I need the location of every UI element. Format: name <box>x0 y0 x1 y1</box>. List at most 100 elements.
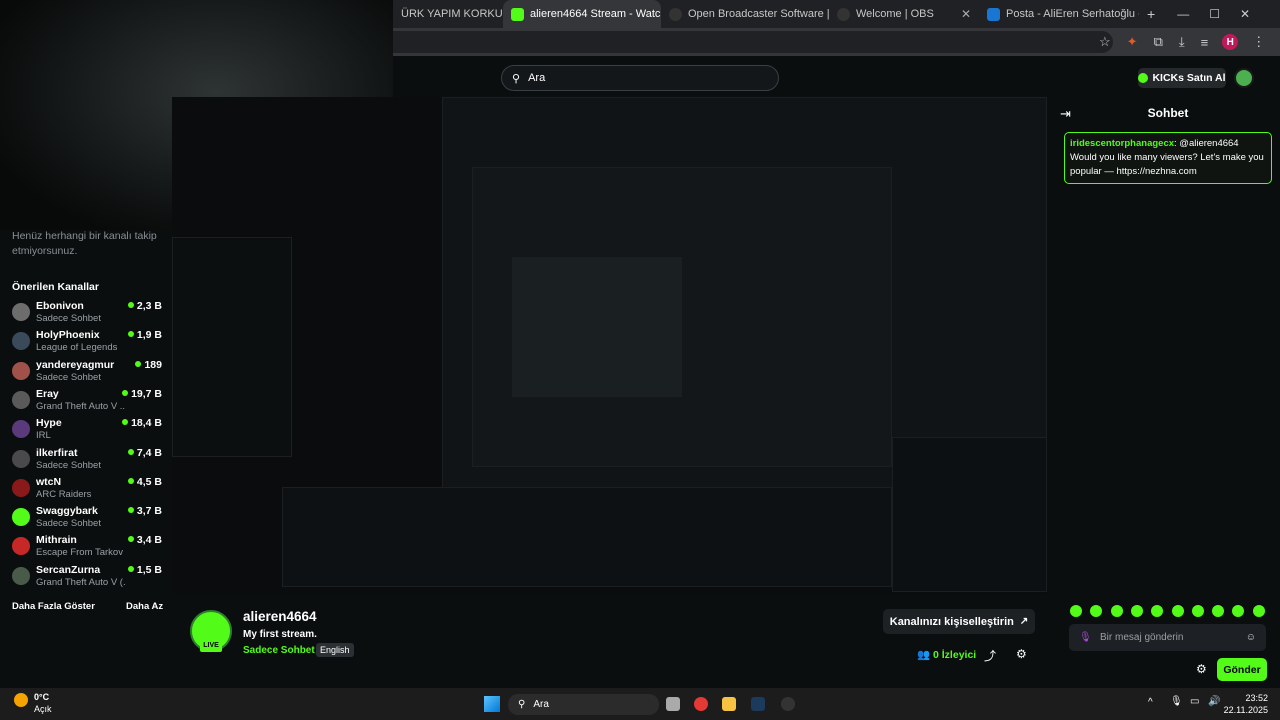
external-link-icon: ↗ <box>1019 616 1029 627</box>
channel-name: Swaggybark <box>36 505 98 518</box>
chrome-icon[interactable] <box>694 697 708 711</box>
channel-category: Grand Theft Auto V (... <box>36 576 126 588</box>
recommended-channel[interactable]: wtcN ARC Raiders 4,5 B <box>12 476 162 505</box>
emote-icon[interactable] <box>1191 605 1204 617</box>
emoji-icon[interactable]: ☺ <box>1246 632 1256 643</box>
extension-icon[interactable]: ✦ <box>1127 34 1138 50</box>
channel-avatar <box>12 449 30 468</box>
tab-mail[interactable]: Posta - AliEren Serhatoğlu - O ✕ <box>979 0 1139 28</box>
tab-korku[interactable]: ÜRK YAPIM KORKU OY ✕ <box>393 0 503 28</box>
recommended-channel[interactable]: Eray Grand Theft Auto V ... 19,7 B <box>12 388 162 417</box>
task-view-icon[interactable] <box>666 697 680 711</box>
recommended-title: Önerilen Kanallar <box>12 281 99 293</box>
window-controls[interactable]: —☐✕ <box>1177 7 1280 21</box>
tray-volume-icon[interactable]: 🔊 <box>1208 696 1220 707</box>
media-icon[interactable]: ≡ <box>1201 35 1209 50</box>
viewer-count: 2,3 B <box>128 300 162 312</box>
language-badge[interactable]: English <box>316 643 354 657</box>
menu-icon[interactable]: ⋮ <box>1252 34 1265 50</box>
viewer-count: 👥 0 İzleyici <box>917 648 976 661</box>
show-less-link[interactable]: Daha Az <box>126 601 163 612</box>
download-icon[interactable]: ⤓ <box>1179 34 1185 50</box>
emote-icon[interactable] <box>1212 605 1225 617</box>
tray-network-icon[interactable]: ▭ <box>1190 696 1199 707</box>
file-explorer-icon[interactable] <box>722 697 736 711</box>
tray-chevron-icon[interactable]: ^ <box>1148 697 1153 708</box>
channel-name: wtcN <box>36 475 62 488</box>
viewer-count: 1,9 B <box>128 329 162 341</box>
channel-name[interactable]: alieren4664 <box>243 609 317 624</box>
stream-category[interactable]: Sadece Sohbet <box>243 645 315 656</box>
stream-title: My first stream. <box>243 629 317 640</box>
emote-icon[interactable] <box>1171 605 1184 617</box>
recommended-channel[interactable]: SercanZurna Grand Theft Auto V (... 1,5 B <box>12 564 162 593</box>
weather-icon <box>14 693 28 707</box>
recommended-channel[interactable]: Ebonivon Sadece Sohbet 2,3 B <box>12 300 162 329</box>
viewers-icon: 👥 <box>917 649 931 661</box>
customize-channel-button[interactable]: Kanalınızı kişiselleştirin ↗ <box>883 609 1035 634</box>
bookmark-star-icon[interactable]: ☆ <box>1099 34 1111 50</box>
kicks-buy-button[interactable]: KICKs Satın Al <box>1138 68 1226 88</box>
url-input[interactable] <box>393 31 1113 53</box>
video-player[interactable] <box>172 97 1047 594</box>
viewer-count: 4,5 B <box>128 476 162 488</box>
steam-icon[interactable] <box>751 697 765 711</box>
viewer-count: 1,5 B <box>128 564 162 576</box>
channel-category: League of Legends <box>36 342 118 354</box>
clock-date[interactable]: 22.11.2025 <box>1220 705 1268 715</box>
tab-obs[interactable]: Open Broadcaster Software | O ✕ <box>661 0 829 28</box>
recommended-channel[interactable]: HolyPhoenix League of Legends 1,9 B <box>12 329 162 358</box>
recommended-channel[interactable]: ilkerfirat Sadece Sohbet 7,4 B <box>12 447 162 476</box>
obs-app-icon[interactable] <box>781 697 795 711</box>
recommended-channel[interactable]: Mithrain Escape From Tarkov 3,4 B <box>12 534 162 563</box>
share-icon[interactable]: ⤴ <box>984 647 996 664</box>
channel-avatar <box>12 332 30 351</box>
tab-stream[interactable]: alieren4664 Stream - Watc 🔊 ✕ <box>503 0 661 28</box>
weather-desc: Açık <box>34 704 52 714</box>
tab-label: alieren4664 Stream - Watc <box>530 8 661 20</box>
viewer-count: 189 <box>135 359 162 371</box>
windows-start-icon[interactable] <box>484 696 500 712</box>
user-avatar[interactable] <box>1234 68 1254 88</box>
sidebar: Henüz herhangi bir kanalı takip etmiyors… <box>0 220 172 620</box>
mail-icon <box>987 7 1000 21</box>
viewer-count: 18,4 B <box>122 417 162 429</box>
new-tab-button[interactable]: + <box>1147 6 1155 22</box>
recommended-channel[interactable]: Swaggybark Sadece Sohbet 3,7 B <box>12 505 162 534</box>
puzzle-icon[interactable]: ⧉ <box>1154 34 1163 50</box>
profile-avatar[interactable]: H <box>1222 34 1239 50</box>
send-button[interactable]: Gönder <box>1217 658 1267 681</box>
user-settings-icon[interactable]: ⚙ <box>1016 647 1027 661</box>
channel-category: Sadece Sohbet <box>36 518 101 530</box>
recommended-channel[interactable]: Hype IRL 18,4 B <box>12 417 162 446</box>
channel-avatar <box>12 478 30 497</box>
chat-username[interactable]: iridescentorphanagecx <box>1070 138 1174 149</box>
emote-icon[interactable] <box>1252 605 1265 617</box>
channel-category: Sadece Sohbet <box>36 371 101 383</box>
taskbar-search[interactable]: ⚲ Ara <box>508 694 659 715</box>
viewer-count: 3,4 B <box>128 534 162 546</box>
clock-time[interactable]: 23:52 <box>1220 693 1268 703</box>
channel-avatar <box>12 303 30 321</box>
obs-icon <box>837 7 850 21</box>
chat-settings-icon[interactable]: ⚙ <box>1196 662 1207 676</box>
chat-input[interactable]: 🎙 Bir mesaj gönderin ☺ <box>1069 624 1266 651</box>
chat-title: Sohbet <box>1147 106 1189 120</box>
show-more-link[interactable]: Daha Fazla Göster <box>12 601 95 612</box>
emote-icon[interactable] <box>1070 605 1082 617</box>
channel-category: IRL <box>36 430 51 442</box>
emote-icon[interactable] <box>1130 605 1143 617</box>
mic-icon[interactable]: 🎙 <box>1079 632 1092 643</box>
recommended-channel[interactable]: yandereyagmur Sadece Sohbet 189 <box>12 359 162 388</box>
tab-label: ÜRK YAPIM KORKU OY <box>401 8 503 20</box>
channel-name: HolyPhoenix <box>36 329 100 342</box>
no-follow-message: Henüz herhangi bir kanalı takip etmiyors… <box>12 230 157 257</box>
channel-name: SercanZurna <box>36 563 101 576</box>
tray-mic-icon[interactable]: 🎙 <box>1170 696 1183 707</box>
channel-avatar <box>12 537 30 556</box>
emote-icon[interactable] <box>1110 605 1123 617</box>
nested-chat <box>892 437 1047 592</box>
tab-welcome-obs[interactable]: Welcome | OBS ✕ <box>829 0 979 28</box>
search-input[interactable]: ⚲ Ara <box>501 65 779 91</box>
close-icon[interactable]: ✕ <box>961 7 971 21</box>
